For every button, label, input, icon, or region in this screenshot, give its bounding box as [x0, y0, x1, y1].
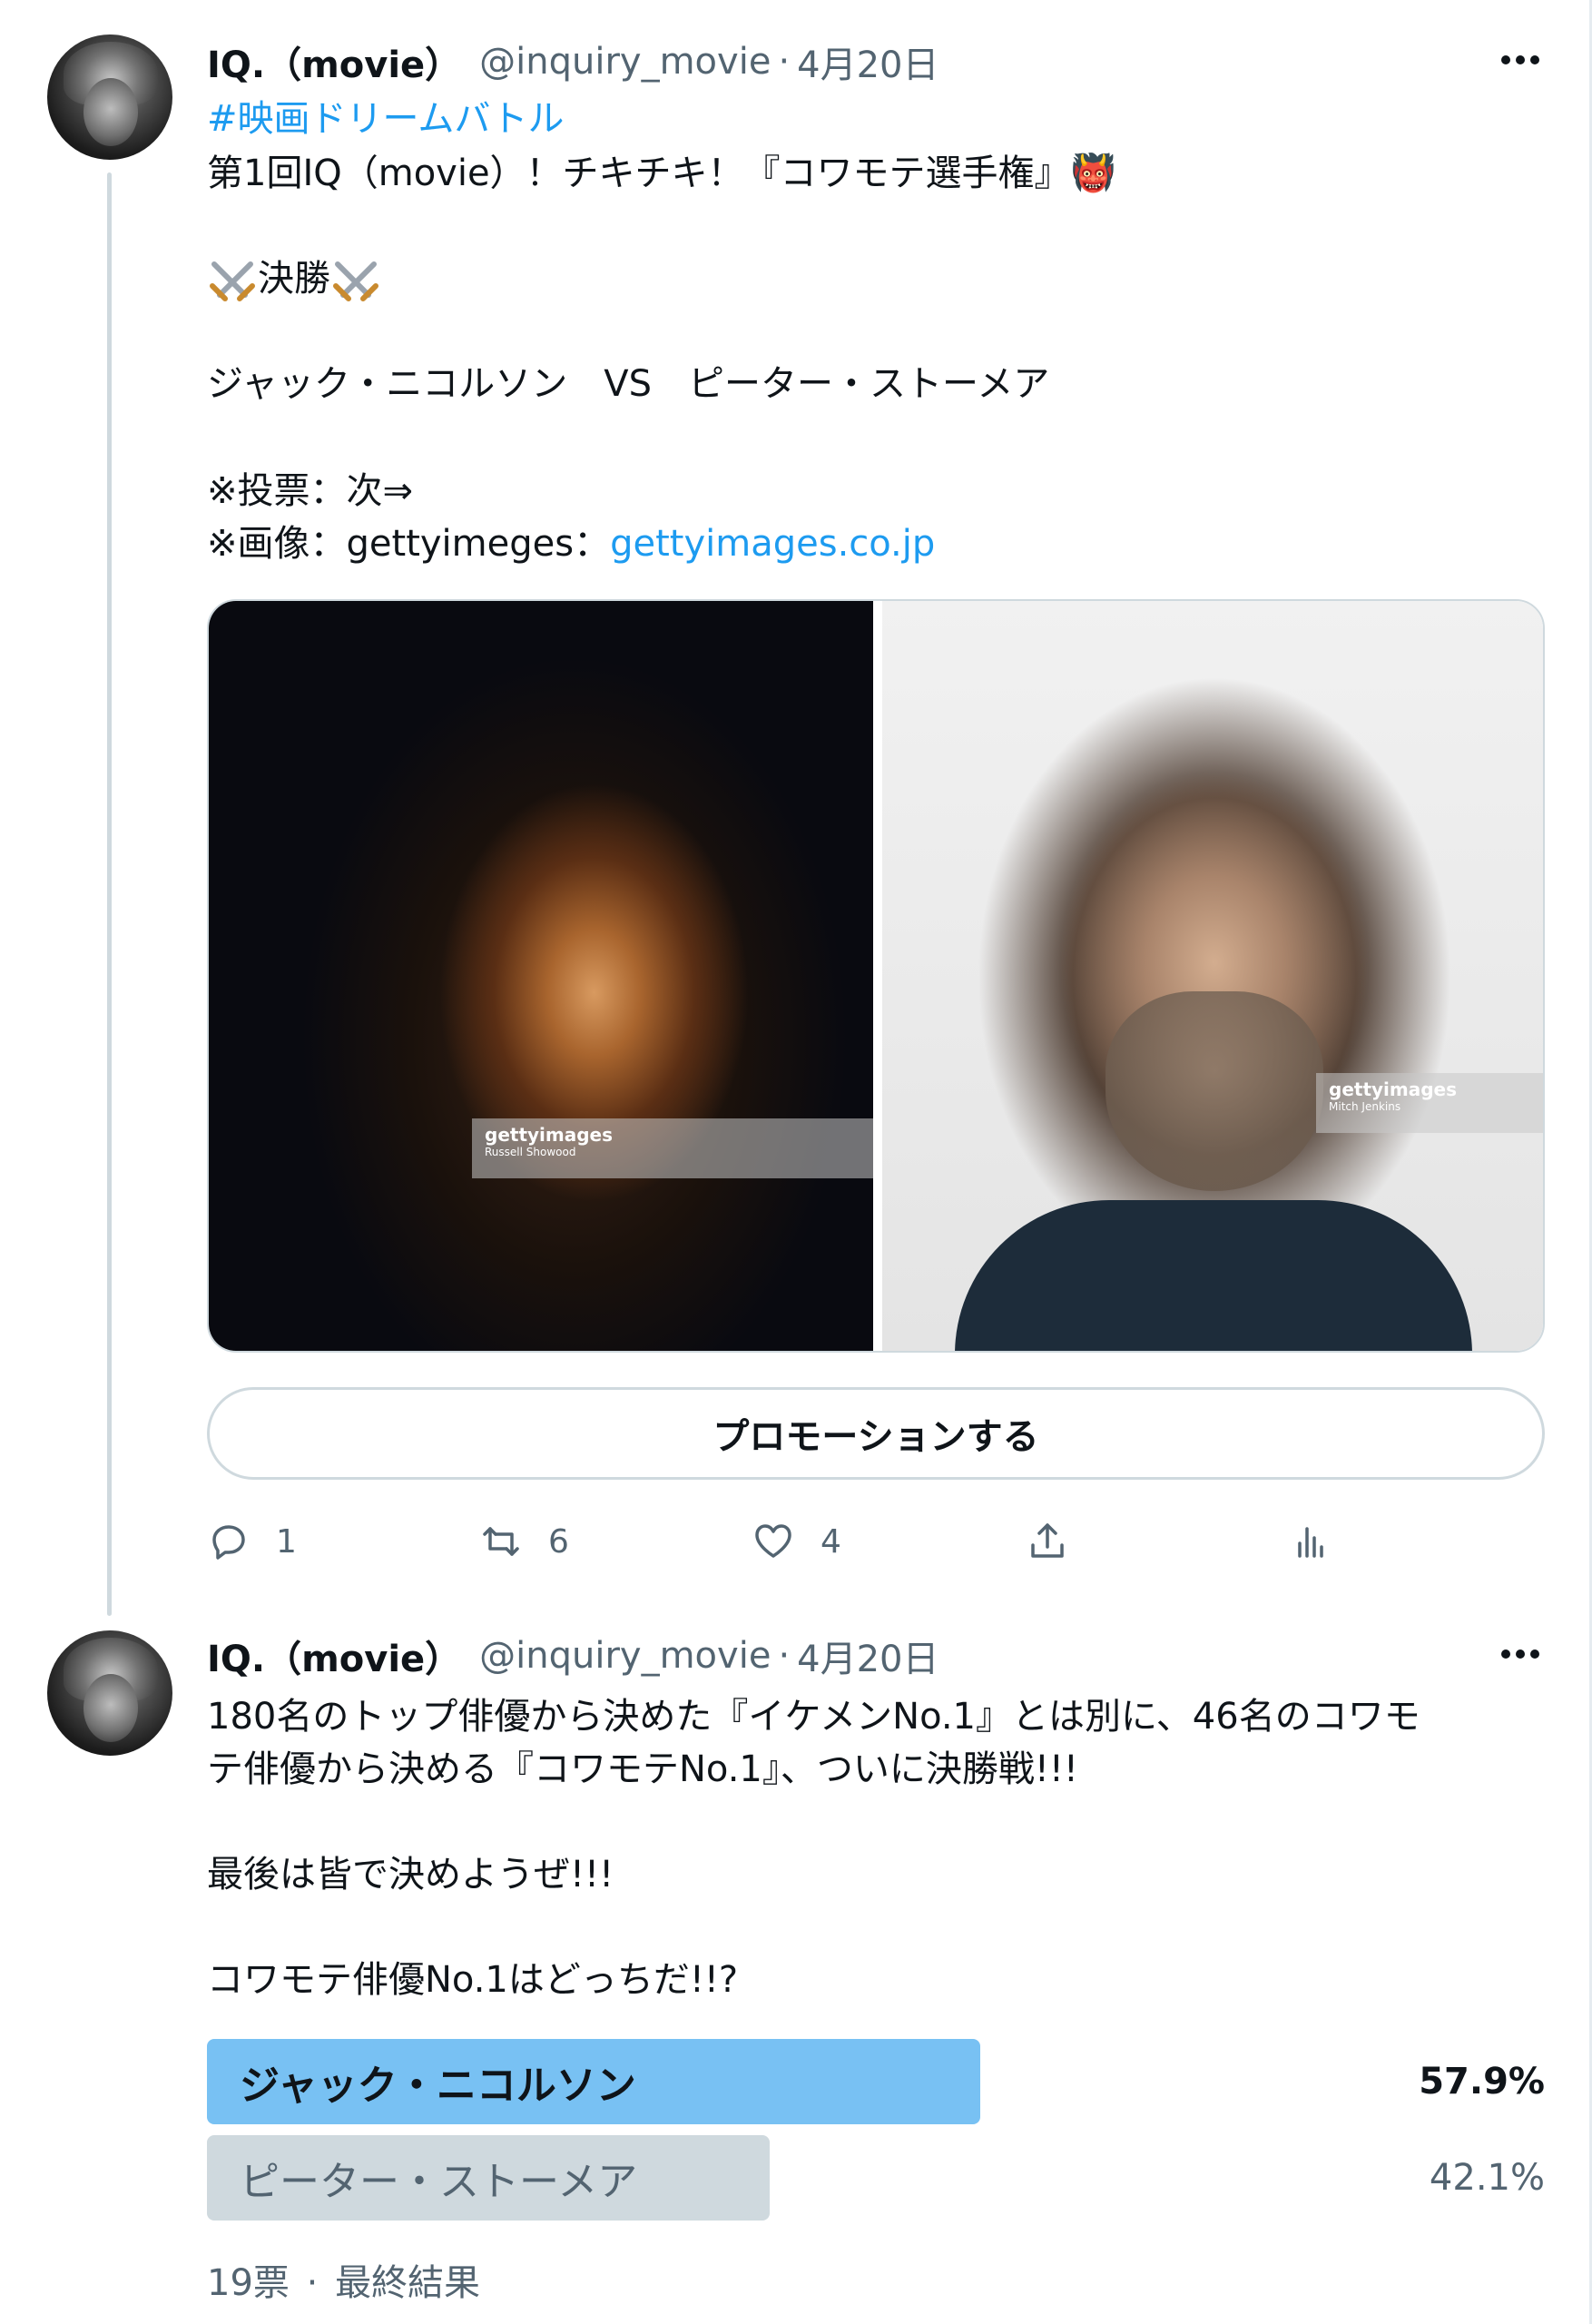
retweet-count: 6 [548, 1522, 569, 1561]
poll-option-percent: 42.1% [1429, 2157, 1545, 2199]
matchup-text: ジャック・ニコルソン VS ピーター・ストーメア [207, 363, 1050, 405]
header-separator: · [778, 1635, 791, 1677]
poll-option-2: ピーター・ストーメア 42.1% [207, 2135, 1545, 2221]
crossed-swords-icon [207, 255, 258, 306]
more-options-icon[interactable] [1489, 42, 1552, 78]
watermark: gettyimages Mitch Jenkins [1316, 1073, 1543, 1133]
retweet-button[interactable]: 6 [479, 1507, 569, 1576]
author-name[interactable]: IQ.（movie） [207, 35, 461, 88]
tweet-header: IQ.（movie） @inquiry_movie · 4月20日 [207, 34, 939, 89]
tweet-text-line: 180名のトップ俳優から決めた『イケメンNo.1』とは別に、46名のコワモ [207, 1696, 1420, 1738]
photo-peter-stormare[interactable]: gettyimages Mitch Jenkins [882, 601, 1543, 1351]
tweet-actions: 1 6 4 [207, 1507, 1378, 1576]
crossed-swords-icon [330, 255, 381, 306]
avatar[interactable] [47, 34, 172, 160]
final-line: 決勝 [207, 252, 381, 306]
author-handle[interactable]: @inquiry_movie [479, 1635, 771, 1677]
tweet-text-line: コワモテ俳優No.1はどっちだ!!? [207, 1959, 739, 2001]
tweet-date[interactable]: 4月20日 [797, 35, 938, 88]
poll-option-percent: 57.9% [1419, 2061, 1545, 2102]
tweet-title-text: 第1回IQ（movie）！チキチキ！『コワモテ選手権』 [207, 153, 1071, 194]
image-note-prefix: ※画像：gettyimeges： [207, 523, 611, 565]
avatar[interactable] [47, 1630, 172, 1756]
share-icon [1031, 1523, 1064, 1558]
heart-icon [755, 1524, 791, 1558]
promote-button[interactable]: プロモーションする [207, 1387, 1545, 1480]
hashtag-link[interactable]: #映画ドリームバトル [207, 93, 565, 145]
like-button[interactable]: 4 [752, 1507, 841, 1576]
reply-icon [212, 1525, 245, 1560]
like-count: 4 [821, 1522, 841, 1561]
watermark-text: gettyimages [1329, 1078, 1458, 1100]
poll-option-label: ジャック・ニコルソン [240, 2063, 636, 2109]
header-separator: · [778, 41, 791, 83]
poll-option-label: ピーター・ストーメア [240, 2159, 638, 2205]
tweet-header: IQ.（movie） @inquiry_movie · 4月20日 [207, 1629, 939, 1683]
poll-meta: 19票 · 最終結果 [207, 2253, 480, 2306]
image-note: ※画像：gettyimeges：gettyimages.co.jp [207, 517, 935, 570]
reply-button[interactable]: 1 [207, 1507, 297, 1576]
thread-connector [107, 172, 112, 1616]
beard-shape [1106, 991, 1323, 1191]
poll-votes: 19票 [207, 2262, 290, 2304]
poll-status: 最終結果 [335, 2262, 481, 2304]
poll-option-1: ジャック・ニコルソン 57.9% [207, 2039, 1545, 2124]
gettyimages-link[interactable]: gettyimages.co.jp [610, 523, 935, 565]
analytics-button[interactable] [1289, 1507, 1332, 1576]
oni-emoji-icon: 👹 [1070, 153, 1116, 194]
watermark: gettyimages Russell Showood [472, 1118, 873, 1178]
tweet-date[interactable]: 4月20日 [797, 1630, 938, 1682]
share-button[interactable] [1026, 1507, 1069, 1576]
final-label: 決勝 [258, 258, 330, 300]
photo-credit: Mitch Jenkins [1329, 1100, 1401, 1113]
vote-note: ※投票：次⇒ [207, 470, 414, 512]
photo-jack-nicholson[interactable]: gettyimages Russell Showood [209, 601, 873, 1351]
retweet-icon [483, 1527, 519, 1556]
poll-separator: · [306, 2262, 319, 2304]
author-name[interactable]: IQ.（movie） [207, 1630, 461, 1682]
author-handle[interactable]: @inquiry_movie [479, 41, 771, 83]
photo-credit: Russell Showood [485, 1146, 576, 1158]
more-options-icon[interactable] [1489, 1636, 1552, 1672]
analytics-icon [1298, 1527, 1323, 1558]
shirt-shape [955, 1200, 1472, 1351]
tweet-text-line: テ俳優から決める『コワモテNo.1』、ついに決勝戦!!! [207, 1748, 1078, 1790]
media-grid: gettyimages Russell Showood gettyimages … [207, 599, 1545, 1353]
watermark-text: gettyimages [485, 1124, 614, 1146]
tweet-text-line: 第1回IQ（movie）！チキチキ！『コワモテ選手権』👹 [207, 147, 1115, 200]
tweet-text-line: 最後は皆で決めようぜ!!! [207, 1854, 614, 1896]
reply-count: 1 [276, 1522, 297, 1561]
